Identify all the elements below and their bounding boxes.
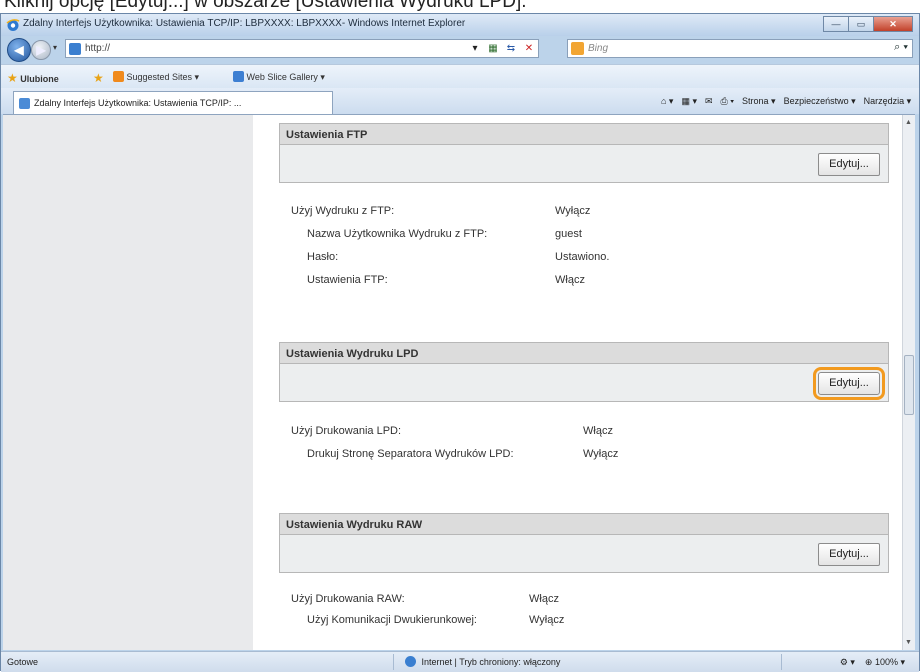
ftp-row-value: Włącz [555,274,585,286]
status-divider [393,654,394,670]
scrollbar-thumb[interactable] [904,355,914,415]
lpd-row-label: Drukuj Stronę Separatora Wydruków LPD: [307,448,514,460]
favorites-button[interactable]: ★ Ulubione [7,71,59,85]
status-text: Gotowe [7,657,39,667]
suggested-sites-icon [113,71,124,82]
favorites-label: Ulubione [20,74,59,84]
window-controls: — ▭ ✕ [823,16,913,32]
refresh-icon[interactable]: ⇆ [504,41,518,56]
safety-menu[interactable]: Bezpieczeństwo ▾ [784,96,856,107]
ie-logo-icon [6,19,20,31]
vertical-scrollbar[interactable]: ▲ ▼ [902,115,915,650]
command-bar: ⌂ ▾ ▦ ▾ ✉ ⎙ ▾ Strona ▾ Bezpieczeństwo ▾ … [661,96,920,107]
stop-icon[interactable]: ✕ [522,41,536,56]
ftp-row-value: Ustawiono. [555,251,610,263]
lpd-section-header: Ustawienia Wydruku LPD [279,342,889,364]
status-right: ⚙ ▾ ⊕ 100% ▾ [840,657,905,668]
home-icon[interactable]: ⌂ ▾ [661,96,673,107]
instruction-caption: Kliknij opcję [Edytuj...] w obszarze [Us… [4,0,527,12]
web-slice-icon [233,71,244,82]
tab-row: Zdalny Interfejs Użytkownika: Ustawienia… [1,88,920,114]
suggested-sites-label: Suggested Sites ▾ [126,72,200,82]
lpd-edit-button[interactable]: Edytuj... [813,367,885,400]
ftp-row-label: Ustawienia FTP: [307,274,388,286]
security-zone-label: Internet | Tryb chroniony: włączony [421,657,561,667]
ftp-row-label: Hasło: [307,251,339,263]
maximize-button[interactable]: ▭ [848,16,874,32]
add-favorite-icon: ★ [93,71,104,85]
add-favorite-button[interactable]: ★ [93,71,104,85]
search-icon[interactable]: ⌕ ▾ [894,41,908,54]
protected-mode-icon[interactable]: ⚙ ▾ [840,657,855,667]
browser-window: Zdalny Interfejs Użytkownika: Ustawienia… [0,13,920,672]
ftp-row-value: Wyłącz [555,205,591,217]
minimize-button[interactable]: — [823,16,849,32]
security-zone[interactable]: Internet | Tryb chroniony: włączony [405,656,560,667]
page-icon [69,43,81,55]
forward-arrow-icon: ▶ [36,43,46,57]
raw-row-value: Włącz [529,593,559,605]
status-divider [781,654,782,670]
left-navigation-pane [3,115,254,650]
mail-icon[interactable]: ✉ [705,96,713,107]
print-icon[interactable]: ⎙ ▾ [721,96,734,107]
bing-icon [571,42,584,55]
zoom-control[interactable]: ⊕ 100% ▾ [865,657,905,667]
tab-page-icon [19,98,30,109]
raw-row-value: Wyłącz [529,614,565,626]
lpd-section-bar: Edytuj... [279,364,889,402]
raw-row-label: Użyj Komunikacji Dwukierunkowej: [307,614,477,626]
ftp-section-header: Ustawienia FTP [279,123,889,145]
settings-panel: Ustawienia FTP Edytuj... Użyj Wydruku z … [253,115,905,650]
page-menu[interactable]: Strona ▾ [742,96,776,107]
raw-section-header: Ustawienia Wydruku RAW [279,513,889,535]
lpd-row-label: Użyj Drukowania LPD: [291,425,402,437]
tab-active[interactable]: Zdalny Interfejs Użytkownika: Ustawienia… [13,91,333,114]
history-dropdown-icon[interactable]: ▾ [53,43,57,52]
ftp-edit-button[interactable]: Edytuj... [818,153,880,176]
window-title: Zdalny Interfejs Użytkownika: Ustawienia… [23,18,466,29]
lpd-row-value: Włącz [583,425,613,437]
feeds-icon[interactable]: ▦ ▾ [681,96,697,107]
suggested-sites-link[interactable]: Suggested Sites ▾ [113,71,199,83]
compatibility-icon[interactable]: ▦ [486,41,500,56]
raw-edit-button[interactable]: Edytuj... [818,543,880,566]
ftp-row-value: guest [555,228,582,240]
lpd-row-value: Wyłącz [583,448,619,460]
tools-menu[interactable]: Narzędzia ▾ [864,96,912,107]
scroll-down-icon[interactable]: ▼ [905,639,912,646]
web-slice-gallery-link[interactable]: Web Slice Gallery ▾ [233,71,325,83]
favorites-star-icon: ★ [7,71,18,85]
status-bar: Gotowe Internet | Tryb chroniony: włączo… [1,651,919,672]
search-box[interactable]: Bing ⌕ ▾ [567,39,913,58]
scroll-up-icon[interactable]: ▲ [905,119,912,126]
address-input[interactable]: http:// [85,43,110,54]
ftp-row-label: Użyj Wydruku z FTP: [291,205,395,217]
close-button[interactable]: ✕ [873,16,913,32]
web-slice-gallery-label: Web Slice Gallery ▾ [246,72,325,82]
globe-icon [405,656,416,667]
search-input[interactable]: Bing [588,43,608,54]
page-content: Ustawienia FTP Edytuj... Użyj Wydruku z … [3,114,915,650]
ftp-section-bar: Edytuj... [279,145,889,183]
forward-button[interactable]: ▶ [31,40,51,60]
tab-label: Zdalny Interfejs Użytkownika: Ustawienia… [34,98,242,108]
raw-row-label: Użyj Drukowania RAW: [291,593,405,605]
back-arrow-icon: ◀ [14,43,24,57]
favorites-bar: ★ Ulubione ★ Suggested Sites ▾ Web Slice… [1,64,919,89]
address-buttons: ▾ ▦ ⇆ ✕ [468,41,536,56]
raw-section-bar: Edytuj... [279,535,889,573]
back-button[interactable]: ◀ [7,38,31,62]
address-dropdown-icon[interactable]: ▾ [468,41,482,56]
address-bar[interactable]: http:// ▾ ▦ ⇆ ✕ [65,39,539,58]
title-bar: Zdalny Interfejs Użytkownika: Ustawienia… [1,14,919,36]
ftp-row-label: Nazwa Użytkownika Wydruku z FTP: [307,228,488,240]
address-row: ◀ ▶ ▾ http:// ▾ ▦ ⇆ ✕ Bing ⌕ ▾ [1,36,919,62]
